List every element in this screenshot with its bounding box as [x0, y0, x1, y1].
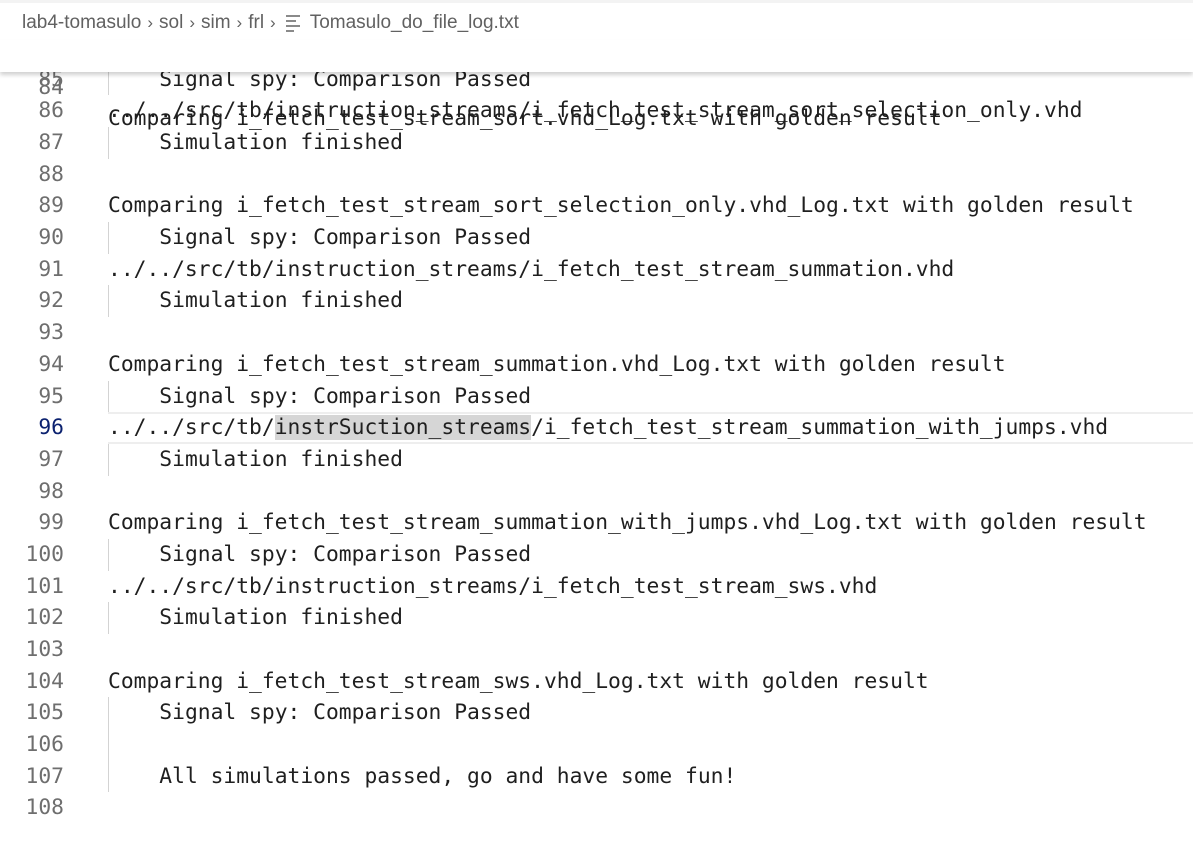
code-line: Simulation finished: [108, 602, 403, 634]
code-line: Comparing i_fetch_test_stream_summation.…: [108, 349, 1006, 381]
code-row[interactable]: 99 Comparing i_fetch_test_stream_summatio…: [0, 507, 1193, 539]
code-line: Simulation finished: [108, 285, 403, 317]
code-line: All simulations passed, go and have some…: [108, 761, 736, 793]
code-row[interactable]: 98: [0, 476, 1193, 508]
line-number: 99: [38, 510, 64, 536]
code-line: ../../src/tb/instruction_streams/i_fetch…: [108, 571, 877, 603]
code-line: Comparing i_fetch_test_stream_sort.vhd_L…: [108, 106, 942, 132]
code-text: Signal spy: Comparison Passed: [159, 700, 532, 726]
code-text: Comparing i_fetch_test_stream_sws.vhd_Lo…: [108, 668, 929, 694]
line-number: 108: [25, 795, 64, 821]
code-text: ../../src/tb/instruction_streams/i_fetch…: [108, 256, 955, 282]
code-line: Signal spy: Comparison Passed: [108, 539, 531, 571]
line-number: 106: [25, 731, 64, 757]
editor[interactable]: 84 Comparing i_fetch_test_stream_sort.vh…: [0, 0, 1193, 850]
code-text: Simulation finished: [159, 605, 403, 631]
code-row[interactable]: 88: [0, 159, 1193, 191]
line-number: 103: [25, 636, 64, 662]
code-text: All simulations passed, go and have some…: [159, 763, 737, 789]
code-text: Comparing i_fetch_test_stream_summation_…: [108, 510, 1147, 536]
code-text: Simulation finished: [159, 288, 403, 314]
code-row[interactable]: 92 Simulation finished: [0, 285, 1193, 318]
code-line: Simulation finished: [108, 444, 403, 476]
code-row[interactable]: 96 ../../src/tb/instrSuction_streams/i_fe…: [0, 412, 1193, 444]
line-number: 97: [38, 446, 64, 472]
code-row[interactable]: 108: [0, 792, 1193, 824]
code-line: Comparing i_fetch_test_stream_sws.vhd_Lo…: [108, 666, 929, 698]
line-number: 84: [38, 74, 64, 100]
code-row[interactable]: 105 Signal spy: Comparison Passed: [0, 697, 1193, 729]
code-row[interactable]: 90 Signal spy: Comparison Passed: [0, 222, 1193, 254]
code-text: Signal spy: Comparison Passed: [159, 225, 532, 251]
selection-highlight: instrSuction_streams: [274, 415, 532, 441]
code-row[interactable]: 104 Comparing i_fetch_test_stream_sws.vhd…: [0, 666, 1193, 698]
code-line: Comparing i_fetch_test_stream_sort_selec…: [108, 190, 1134, 222]
code-line: Signal spy: Comparison Passed: [108, 697, 531, 729]
code-row[interactable]: 103: [0, 634, 1193, 666]
code-text: Simulation finished: [159, 446, 403, 472]
line-number: 105: [25, 700, 64, 726]
code-line: Signal spy: Comparison Passed: [108, 381, 531, 413]
line-number: 101: [25, 573, 64, 599]
code-row[interactable]: 89 Comparing i_fetch_test_stream_sort_sel…: [0, 190, 1193, 222]
line-number: 104: [25, 668, 64, 694]
code-text: ../../src/tb/instruction_streams/i_fetch…: [108, 573, 878, 599]
line-number: 92: [38, 288, 64, 314]
code-text: Comparing i_fetch_test_stream_summation.…: [108, 351, 1006, 377]
code-text: /i_fetch_test_stream_summation_with_jump…: [531, 415, 1109, 441]
line-number: 91: [38, 256, 64, 282]
code-row[interactable]: 101 ../../src/tb/instruction_streams/i_fe…: [0, 571, 1193, 603]
line-number: 95: [38, 383, 64, 409]
code-line: ../../src/tb/instruction_streams/i_fetch…: [108, 254, 954, 286]
line-number: 96: [38, 415, 64, 441]
code-text: ../../src/tb/: [108, 415, 275, 441]
code-line: Comparing i_fetch_test_stream_summation_…: [108, 507, 1147, 539]
line-number: 100: [25, 541, 64, 567]
line-number: 93: [38, 320, 64, 346]
code-row[interactable]: 97 Simulation finished: [0, 443, 1193, 476]
line-number: 102: [25, 605, 64, 631]
code-row[interactable]: 107 All simulations passed, go and have …: [0, 760, 1193, 793]
code-text: Signal spy: Comparison Passed: [159, 541, 532, 567]
code-row[interactable]: 102 Simulation finished: [0, 602, 1193, 634]
line-number: 90: [38, 225, 64, 251]
line-number: 98: [38, 478, 64, 504]
code-text: Signal spy: Comparison Passed: [159, 383, 532, 409]
line-number: 94: [38, 351, 64, 377]
line-number: 107: [25, 763, 64, 789]
code-row[interactable]: 94 Comparing i_fetch_test_stream_summatio…: [0, 349, 1193, 381]
code-text: Comparing i_fetch_test_stream_sort_selec…: [108, 193, 1134, 219]
code-row[interactable]: 91 ../../src/tb/instruction_streams/i_fet…: [0, 254, 1193, 286]
code-row[interactable]: 106: [0, 728, 1193, 761]
line-number: 89: [38, 193, 64, 219]
code-line: ../../src/tb/instrSuction_streams/i_fetc…: [108, 412, 1108, 444]
code-row[interactable]: 93: [0, 317, 1193, 349]
code-row[interactable]: 95 Signal spy: Comparison Passed: [0, 380, 1193, 413]
code-row[interactable]: 100 Signal spy: Comparison Passed: [0, 538, 1193, 571]
sticky-scroll-header[interactable]: 84 Comparing i_fetch_test_stream_sort.vh…: [0, 40, 1193, 131]
code-line: Signal spy: Comparison Passed: [108, 222, 531, 254]
